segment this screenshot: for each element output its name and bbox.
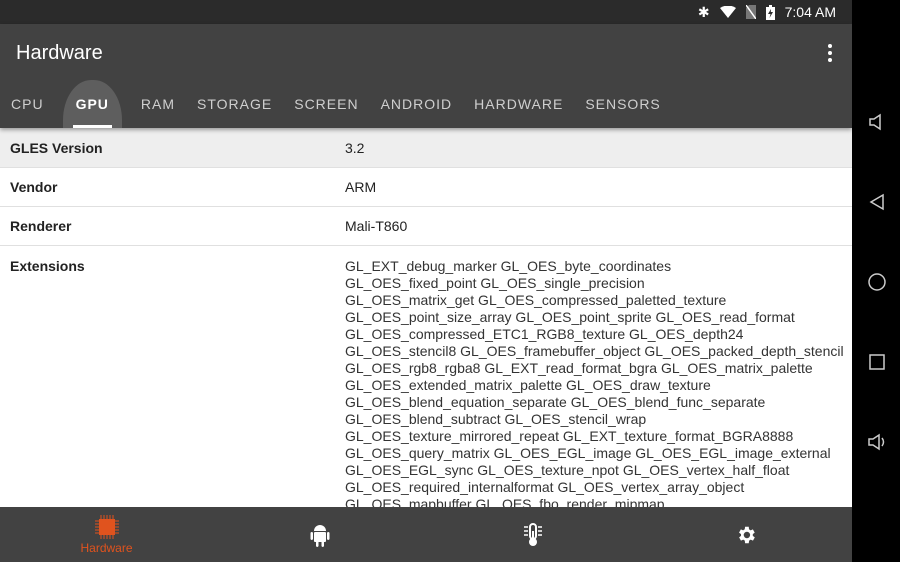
extension-line: GL_OES_mapbuffer GL_OES_fbo_render_mipma… (345, 496, 665, 507)
row-value: 3.2 (345, 139, 365, 156)
extension-line: GL_EXT_debug_marker GL_OES_byte_coordina… (345, 258, 672, 274)
settings-icon (738, 526, 755, 543)
tab-cpu[interactable]: CPU (0, 80, 55, 128)
bluetooth-icon: ✱ (697, 3, 710, 20)
status-bar: ✱ 7:04 AM (0, 0, 852, 24)
thermometer-icon (523, 522, 542, 546)
system-navigation-bar (852, 0, 900, 562)
page-title: Hardware (16, 42, 103, 64)
back-icon[interactable] (866, 191, 888, 213)
bottom-nav-label: Hardware (80, 540, 133, 555)
info-row: Renderer Mali-T860 (0, 207, 852, 246)
tab-screen[interactable]: SCREEN (283, 80, 369, 128)
clock: 7:04 AM (784, 4, 836, 20)
info-row-extensions: Extensions GL_EXT_debug_marker GL_OES_by… (0, 246, 852, 507)
row-value: ARM (345, 179, 377, 195)
no-sim-icon (745, 5, 756, 19)
recents-icon[interactable] (866, 351, 888, 373)
row-label: Extensions (10, 258, 85, 274)
extension-line: GL_OES_fixed_point GL_OES_single_precisi… (345, 275, 645, 291)
android-icon (310, 524, 329, 547)
extension-line: GL_OES_stencil8 GL_OES_framebuffer_objec… (345, 343, 844, 359)
extension-line: GL_OES_extended_matrix_palette GL_OES_dr… (345, 377, 711, 393)
row-value: Mali-T860 (345, 218, 408, 234)
tab-gpu[interactable]: GPU (62, 80, 123, 128)
row-label: GLES Version (10, 139, 103, 156)
home-icon[interactable] (866, 271, 888, 293)
info-row: GLES Version 3.2 (0, 128, 852, 168)
tab-bar: CPU GPU RAM STORAGE SCREEN ANDROID HARDWARE SEN… (0, 80, 672, 128)
volume-down-icon[interactable] (866, 111, 888, 133)
extension-line: GL_OES_EGL_sync GL_OES_texture_npot GL_O… (345, 462, 790, 478)
extension-line: GL_OES_compressed_ETC1_RGB8_texture GL_O… (345, 326, 744, 342)
extension-line: GL_OES_texture_mirrored_repeat GL_EXT_te… (345, 428, 794, 444)
extension-line: GL_OES_rgb8_rgba8 GL_EXT_read_format_bgr… (345, 360, 813, 376)
app-window: ✱ 7:04 AM Hardware CPU GPU RAM STORAGE SCREE… (0, 0, 852, 562)
wifi-icon (719, 6, 736, 18)
volume-up-icon[interactable] (866, 431, 888, 453)
app-bar: Hardware CPU GPU RAM STORAGE SCREEN ANDROID HA… (0, 24, 852, 128)
row-label: Vendor (10, 179, 58, 195)
tab-storage[interactable]: STORAGE (186, 80, 283, 128)
tab-sensors[interactable]: SENSORS (574, 80, 671, 128)
more-options-icon[interactable] (824, 42, 836, 64)
tab-hardware[interactable]: HARDWARE (463, 80, 574, 128)
chip-icon (94, 514, 119, 539)
bottom-navigation: Hardware (0, 507, 852, 562)
bottom-nav-sensors[interactable] (426, 507, 639, 562)
extension-line: GL_OES_required_internalformat GL_OES_ve… (345, 479, 745, 495)
info-row: Vendor ARM (0, 168, 852, 207)
tab-ram[interactable]: RAM (130, 80, 186, 128)
tab-android[interactable]: ANDROID (370, 80, 464, 128)
extension-line: GL_OES_matrix_get GL_OES_compressed_pale… (345, 292, 727, 308)
extension-line: GL_OES_blend_equation_separate GL_OES_bl… (345, 394, 766, 410)
extensions-value: GL_EXT_debug_marker GL_OES_byte_coordina… (345, 258, 852, 507)
extension-line: GL_OES_blend_subtract GL_OES_stencil_wra… (345, 411, 647, 427)
gpu-info-list: GLES Version 3.2 Vendor ARM Renderer Mali-T86… (0, 128, 852, 507)
battery-charging-icon (765, 4, 775, 20)
bottom-nav-settings[interactable] (639, 507, 852, 562)
bottom-nav-hardware[interactable]: Hardware (0, 507, 213, 562)
extension-line: GL_OES_point_size_array GL_OES_point_spr… (345, 309, 795, 325)
extension-line: GL_OES_query_matrix GL_OES_EGL_image GL_… (345, 445, 831, 461)
bottom-nav-android[interactable] (213, 507, 426, 562)
row-label: Renderer (10, 218, 72, 234)
